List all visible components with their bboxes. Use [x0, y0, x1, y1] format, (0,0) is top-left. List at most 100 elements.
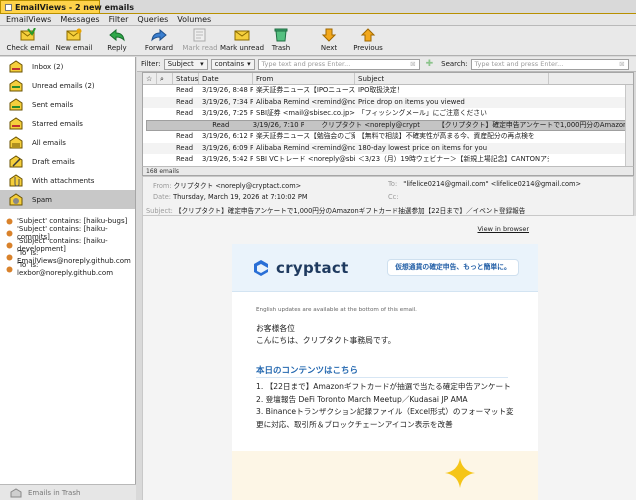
contents-title: 本日のコンテンツはこちら: [256, 366, 359, 376]
header-date: Date: Thursday, March 19, 2026 at 7:10:0…: [153, 193, 308, 201]
query-icon: [6, 266, 13, 273]
filter-operator-select[interactable]: contains ▾: [210, 58, 255, 70]
previous-button[interactable]: Previous: [348, 26, 388, 56]
row-status: Read: [176, 155, 194, 163]
column-date[interactable]: Date: [199, 73, 253, 84]
column-from[interactable]: From: [253, 73, 355, 84]
row-star-cell: [143, 108, 157, 120]
sidebar-item-all[interactable]: All emails: [0, 133, 135, 152]
header-cc: Cc:: [388, 193, 399, 201]
add-filter-icon[interactable]: ✚: [426, 59, 434, 69]
filter-input[interactable]: Type text and press Enter... ⊠: [257, 58, 420, 70]
trash-footer[interactable]: Emails in Trash: [0, 484, 136, 500]
star-column-icon[interactable]: ☆: [143, 73, 157, 84]
menu-filter[interactable]: Filter: [109, 14, 129, 25]
row-subject: 「フィッシングメール」にご注意ください: [358, 109, 487, 117]
row-attachment-cell: [157, 131, 173, 143]
row-date: 3/19/26, 7:34 PM: [202, 97, 253, 106]
close-window-icon[interactable]: [5, 4, 12, 11]
sidebar-item-unread[interactable]: Unread emails (2): [0, 76, 135, 95]
email-card: cryptact 仮想通貨の確定申告、もっと簡単に。 English updat…: [232, 244, 538, 500]
row-subject: IPO取扱決定！: [358, 86, 404, 94]
contents-list: 1. 【22日まで】Amazonギフトカードが抽選で当たる確定申告アンケート 2…: [256, 381, 518, 431]
menu-messages[interactable]: Messages: [60, 14, 99, 25]
contents-item[interactable]: 2. 登壇報告 DeFi Toronto March Meetup／Kudasa…: [256, 394, 518, 407]
column-status[interactable]: Status: [173, 73, 199, 84]
window-tab[interactable]: EmailViews - 2 new emails: [0, 0, 134, 14]
cryptact-logo[interactable]: cryptact: [253, 259, 349, 277]
table-row[interactable]: Read 3/19/26, 7:25 PMSBI証券 <mail@sbisec.c…: [143, 108, 633, 120]
row-status: Read: [176, 97, 194, 106]
check-email-button[interactable]: Check email: [4, 26, 52, 56]
row-star-cell: [143, 97, 157, 109]
mark-read-button[interactable]: Mark read: [180, 26, 220, 56]
forward-button[interactable]: Forward: [138, 26, 180, 56]
mark-unread-button[interactable]: Mark unread: [220, 26, 264, 56]
row-subject: 180-day lowest price on items for you: [358, 143, 487, 152]
draft-icon: [8, 154, 24, 169]
clear-icon[interactable]: ⊠: [410, 60, 415, 68]
row-date: 3/19/26, 8:48 PM: [202, 86, 253, 94]
menu-queries[interactable]: Queries: [137, 14, 168, 25]
arrow-up-icon: [360, 28, 376, 42]
row-status: Read: [176, 143, 194, 152]
menu-volumes[interactable]: Volumes: [177, 14, 211, 25]
row-subject: 【無料で相談】不確実性が高まる今、資産配分の再点検を: [358, 132, 535, 140]
row-status: Read: [176, 132, 194, 140]
sidebar-item-spam[interactable]: Spam: [0, 190, 135, 209]
search-input[interactable]: Type text and press Enter... ⊠: [470, 58, 629, 70]
contents-item[interactable]: 3. Binanceトランザクション記録ファイル（Excel形式）のフォーマット…: [256, 406, 518, 431]
row-date: 3/19/26, 6:09 PM: [202, 143, 253, 152]
sidebar-item-attachments[interactable]: With attachments: [0, 171, 135, 190]
row-star-cell: [143, 85, 157, 97]
table-row[interactable]: Read 3/19/26, 8:48 PM楽天証券ニュース【IPOニュース...I…: [143, 85, 633, 97]
header-from: From: クリプタクト <noreply@cryptact.com>: [153, 182, 302, 190]
row-from: Alibaba Remind <remind@notice...: [256, 97, 355, 106]
attachment-column-icon[interactable]: ⌕: [157, 73, 173, 84]
table-row[interactable]: Read 3/19/26, 7:10 PM クリプタクト <noreply@cryp…: [146, 119, 633, 131]
filter-bar: Filter: Subject ▾ contains ▾ Type text and…: [137, 57, 636, 72]
trash-button[interactable]: Trash: [264, 26, 298, 56]
all-emails-icon: [8, 135, 24, 150]
clear-icon[interactable]: ⊠: [619, 60, 624, 68]
column-subject[interactable]: Subject: [355, 73, 549, 84]
row-date: 3/19/26, 7:25 PM: [202, 109, 253, 117]
chevron-down-icon: ▾: [247, 60, 251, 68]
contents-item[interactable]: 1. 【22日まで】Amazonギフトカードが抽選で当たる確定申告アンケート: [256, 381, 518, 394]
row-from: SBI証券 <mail@sbisec.co.jp>: [256, 109, 355, 117]
row-subject: Price drop on items you viewed: [358, 97, 465, 106]
english-note: English updates are available at the bot…: [256, 307, 417, 313]
sidebar-item-drafts[interactable]: Draft emails: [0, 152, 135, 171]
row-attachment-cell: [157, 97, 173, 109]
list-scrollbar[interactable]: [625, 85, 633, 166]
view-in-browser-link[interactable]: View in browser: [478, 225, 530, 233]
sidebar-item-starred[interactable]: Starred emails: [0, 114, 135, 133]
new-email-button[interactable]: New email: [52, 26, 96, 56]
forward-icon: [151, 28, 167, 42]
sidebar-item-sent[interactable]: Sent emails: [0, 95, 135, 114]
search-label: Search:: [441, 60, 468, 68]
tagline-badge: 仮想通貨の確定申告、もっと簡単に。: [387, 259, 519, 276]
list-header: ☆ ⌕ Status Date From Subject: [143, 73, 633, 85]
row-attachment-cell: [157, 154, 173, 166]
menu-bar: EmailViews Messages Filter Queries Volum…: [0, 14, 636, 26]
table-row[interactable]: Read 3/19/26, 6:12 PM楽天証券ニュース【勉強会のご案...【無…: [143, 131, 633, 143]
row-star-cell: [143, 143, 157, 155]
sidebar-item-inbox[interactable]: Inbox (2): [0, 57, 135, 76]
table-row[interactable]: Read 3/19/26, 6:09 PMAlibaba Remind <remi…: [143, 142, 633, 155]
greeting: お客様各位 こんにちは、クリプタクト事務局です。: [256, 324, 396, 345]
menu-emailviews[interactable]: EmailViews: [6, 14, 51, 25]
row-star-cell: [143, 131, 157, 143]
table-row[interactable]: Read 3/19/26, 7:34 PMAlibaba Remind <remi…: [143, 96, 633, 109]
sidebar-query-lexbor[interactable]: 'To' is: lexbor@noreply.github.com: [0, 261, 135, 277]
next-button[interactable]: Next: [310, 26, 348, 56]
reply-button[interactable]: Reply: [96, 26, 138, 56]
query-icon: [6, 254, 13, 261]
inbox-icon: [8, 59, 24, 74]
query-icon: [6, 242, 13, 249]
header-subject: Subject: 【クリプタクト】確定申告アンケートで1,000円分のAmazo…: [146, 207, 526, 215]
row-star-cell: [143, 154, 157, 166]
filter-field-select[interactable]: Subject ▾: [163, 58, 208, 70]
table-row[interactable]: Read 3/19/26, 5:42 PMSBI VCトレード <noreply@…: [143, 154, 633, 166]
query-icon: [6, 230, 13, 237]
